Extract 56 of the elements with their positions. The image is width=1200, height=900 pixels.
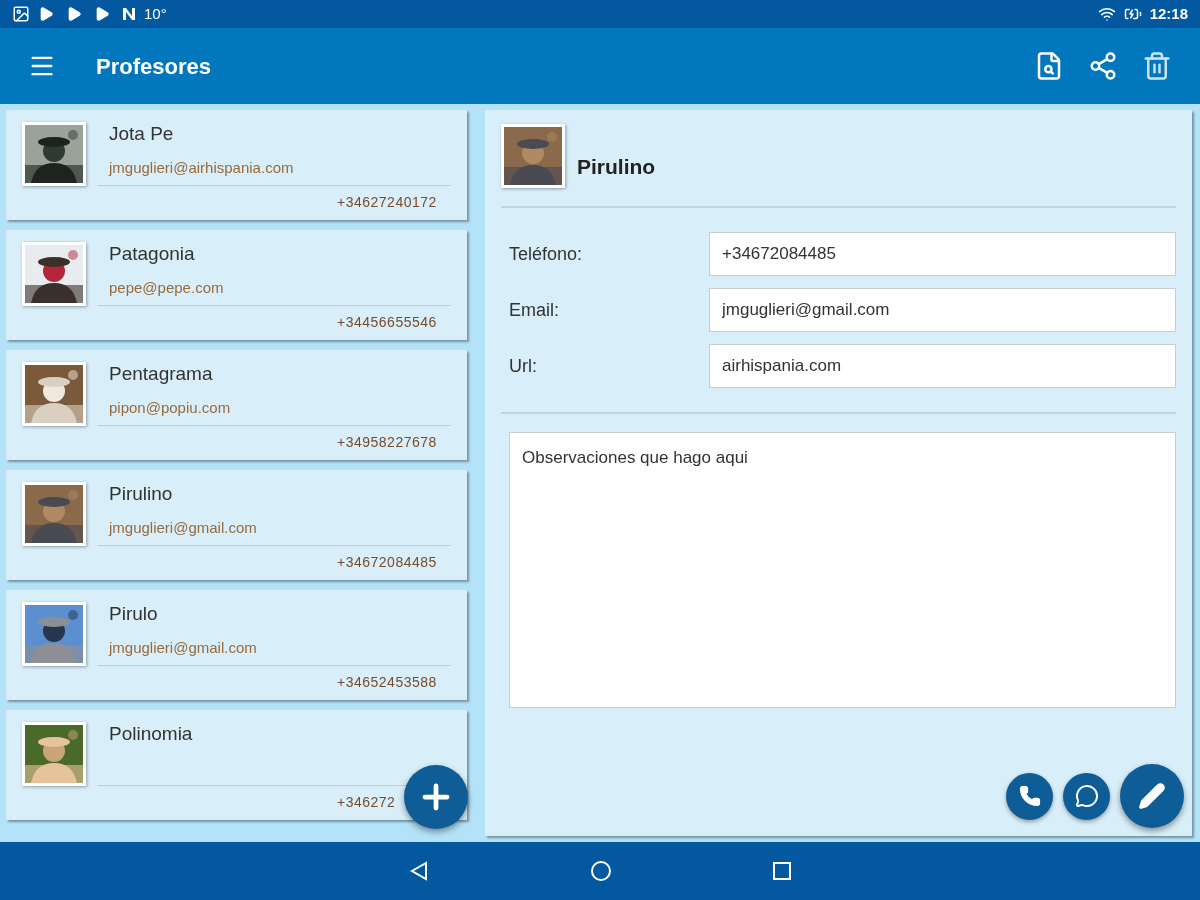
text-field[interactable]: +34672084485 bbox=[709, 232, 1176, 276]
contact-phone: +34627240172 bbox=[337, 195, 437, 209]
back-button[interactable] bbox=[408, 860, 430, 882]
back-icon bbox=[408, 860, 430, 882]
delete-button[interactable] bbox=[1142, 51, 1172, 81]
contact-phone: +34652453588 bbox=[337, 675, 437, 689]
pencil-icon bbox=[1138, 782, 1166, 810]
text-field[interactable]: jmguglieri@gmail.com bbox=[709, 288, 1176, 332]
contact-card[interactable]: Jota Pe jmguglieri@airhispania.com +34627240172 bbox=[6, 110, 467, 220]
chat-button[interactable] bbox=[1063, 772, 1110, 820]
contact-phone: +34958227678 bbox=[337, 435, 437, 449]
home-button[interactable] bbox=[590, 860, 612, 882]
share-button[interactable] bbox=[1088, 51, 1118, 81]
phone-icon bbox=[1018, 785, 1041, 807]
field-label: Email: bbox=[509, 298, 560, 322]
contact-card[interactable]: Polinomia +346272 bbox=[6, 710, 467, 820]
contact-name: Patagonia bbox=[108, 242, 196, 263]
contact-phone: +346272 bbox=[337, 795, 396, 809]
clock: 12:18 bbox=[1149, 3, 1188, 24]
contact-card[interactable]: Patagonia pepe@pepe.com +34456655546 bbox=[6, 230, 467, 340]
notes-field[interactable]: Observaciones que hago aqui bbox=[509, 432, 1176, 708]
wifi-icon bbox=[1097, 5, 1116, 23]
image-icon bbox=[12, 5, 30, 23]
edit-button[interactable] bbox=[1120, 764, 1184, 828]
contact-name: Pirulo bbox=[108, 602, 159, 623]
contact-name: Pentagrama bbox=[108, 362, 214, 383]
contact-phone: +34456655546 bbox=[337, 315, 437, 329]
contact-email: jmguglieri@airhispania.com bbox=[109, 159, 294, 176]
field-label: Teléfono: bbox=[509, 242, 584, 266]
contact-email: jmguglieri@gmail.com bbox=[109, 639, 257, 656]
contact-name: Polinomia bbox=[108, 722, 194, 743]
trash-icon bbox=[1142, 51, 1172, 81]
contact-card[interactable]: Pirulo jmguglieri@gmail.com +34652453588 bbox=[6, 590, 467, 700]
home-icon bbox=[590, 860, 612, 882]
field-label: Url: bbox=[509, 354, 538, 378]
contact-card[interactable]: Pentagrama pipon@popiu.com +34958227678 bbox=[6, 350, 467, 460]
n-logo-icon bbox=[122, 7, 136, 21]
text-field[interactable]: airhispania.com bbox=[709, 344, 1176, 388]
contact-email: pepe@pepe.com bbox=[109, 279, 224, 296]
contact-name: Pirulino bbox=[108, 482, 174, 503]
temperature: 10° bbox=[144, 3, 167, 24]
share-icon bbox=[1088, 51, 1118, 81]
contact-email: jmguglieri@gmail.com bbox=[109, 519, 257, 536]
contact-email: pipon@popiu.com bbox=[109, 399, 231, 416]
chat-bubble-icon bbox=[1074, 784, 1099, 808]
contact-name: Pirulino bbox=[577, 153, 656, 180]
recents-button[interactable] bbox=[772, 861, 792, 881]
play-icon bbox=[38, 6, 54, 22]
contact-phone: +34672084485 bbox=[337, 555, 437, 569]
contact-name: Jota Pe bbox=[108, 122, 175, 143]
play-icon bbox=[66, 6, 82, 22]
contact-card[interactable]: Pirulino jmguglieri@gmail.com +34672084485 bbox=[6, 470, 467, 580]
phone-button[interactable] bbox=[1006, 772, 1053, 820]
app-title: Profesores bbox=[96, 52, 211, 81]
play-icon bbox=[94, 6, 110, 22]
recents-icon bbox=[772, 861, 792, 881]
